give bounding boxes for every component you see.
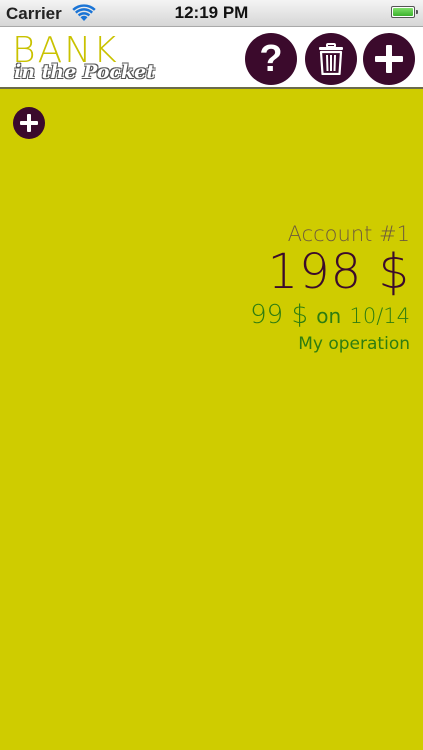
header: BANK in the Pocket ? bbox=[0, 27, 423, 89]
last-operation-date: 10/14 bbox=[349, 304, 410, 328]
account-name: Account #1 bbox=[287, 222, 410, 246]
trash-icon bbox=[319, 43, 343, 75]
clock: 12:19 PM bbox=[174, 3, 249, 22]
delete-button[interactable] bbox=[305, 33, 357, 85]
account-balance: 198 $ bbox=[267, 244, 410, 300]
add-account-button[interactable] bbox=[363, 33, 415, 85]
app-logo: BANK in the Pocket bbox=[12, 31, 155, 87]
last-operation-amount: 99 $ bbox=[250, 300, 309, 330]
battery-icon bbox=[391, 6, 418, 18]
help-button[interactable]: ? bbox=[245, 33, 297, 85]
last-operation-on: on bbox=[316, 304, 342, 328]
account-card[interactable]: Account #1 198 $ 99 $ on 10/14 My operat… bbox=[250, 222, 410, 355]
status-bar: Carrier 12:19 PM bbox=[0, 0, 423, 27]
add-operation-button[interactable] bbox=[13, 107, 45, 139]
last-operation-name: My operation bbox=[298, 334, 410, 354]
help-icon: ? bbox=[259, 38, 283, 80]
logo-bottom-text: in the Pocket bbox=[14, 61, 155, 83]
plus-icon bbox=[375, 45, 403, 73]
last-operation: 99 $ on 10/14 bbox=[250, 300, 410, 331]
plus-icon bbox=[20, 114, 38, 132]
